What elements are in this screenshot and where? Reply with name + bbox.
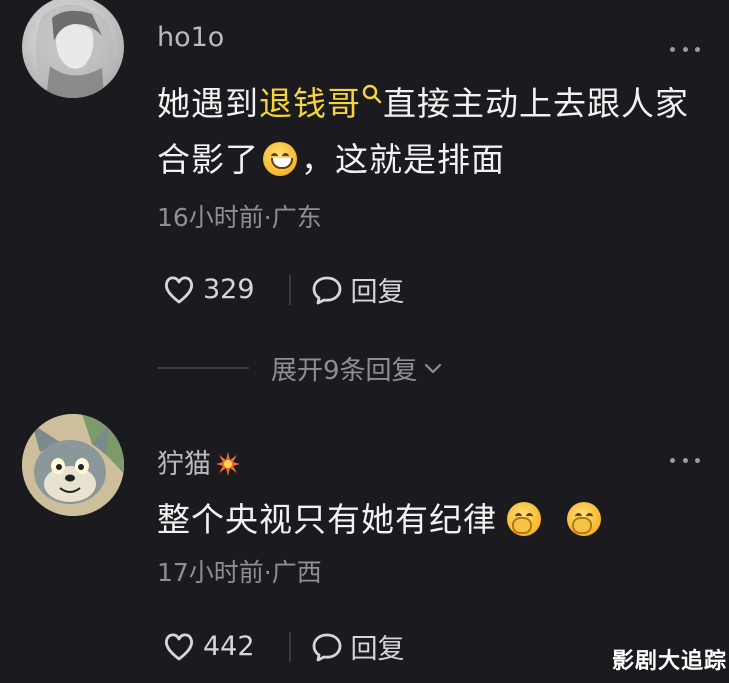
divider	[157, 367, 249, 369]
avatar[interactable]	[22, 0, 124, 98]
comment-page: ho1o 她遇到退钱哥 直接主动上去跟人家合影了 ，这就是排面 16小时前·广东 3…	[0, 0, 729, 683]
giggle-emoji	[567, 502, 601, 536]
reply-button[interactable]: 回复	[311, 270, 405, 309]
avatar-image	[35, 4, 114, 98]
grin-emoji	[263, 142, 297, 176]
divider	[288, 274, 291, 305]
reply-button[interactable]: 回复	[311, 627, 405, 666]
expand-replies-label: 展开9条回复	[271, 355, 418, 386]
reply-label: 回复	[350, 277, 405, 308]
comment-actions: 442 回复	[163, 627, 405, 666]
heart-icon	[164, 632, 194, 660]
comment-bubble-icon	[312, 633, 341, 661]
comment-actions: 329 回复	[163, 270, 405, 309]
username[interactable]: ho1o	[157, 22, 224, 53]
like-count: 329	[203, 274, 255, 305]
reply-label: 回复	[350, 634, 405, 665]
username-text: 狞猫	[157, 449, 211, 480]
comment-text-part: 整个央视只有她有纪律	[157, 500, 497, 539]
comment-bubble-icon	[312, 276, 341, 304]
expand-replies-button[interactable]: 展开9条回复	[271, 350, 442, 387]
comment-text-part: ，这就是排面	[301, 140, 505, 179]
avatar[interactable]	[22, 414, 124, 516]
comment-text: 她遇到退钱哥 直接主动上去跟人家合影了 ，这就是排面	[157, 76, 702, 188]
avatar-image	[22, 414, 124, 516]
more-options-icon[interactable]	[670, 44, 700, 54]
heart-icon	[164, 275, 194, 303]
comment-meta: 16小时前·广东	[157, 203, 322, 232]
like-count: 442	[203, 631, 255, 662]
comment-meta: 17小时前·广西	[157, 558, 322, 587]
comment-text: 整个央视只有她有纪律	[157, 492, 702, 548]
like-button[interactable]: 329	[163, 274, 255, 305]
giggle-emoji	[507, 502, 541, 536]
watermark: 影剧大追踪	[612, 649, 728, 674]
search-icon[interactable]	[361, 83, 383, 105]
expand-replies-row: 展开9条回复	[157, 350, 702, 386]
like-button[interactable]: 442	[163, 631, 255, 662]
more-options-icon[interactable]	[670, 455, 700, 465]
divider	[288, 631, 291, 662]
username[interactable]: 狞猫	[157, 442, 241, 481]
explosion-badge-icon	[216, 452, 240, 476]
comment-text-part: 她遇到	[157, 84, 259, 123]
chevron-down-icon	[424, 363, 441, 374]
highlight-keyword-link[interactable]: 退钱哥	[259, 84, 361, 123]
